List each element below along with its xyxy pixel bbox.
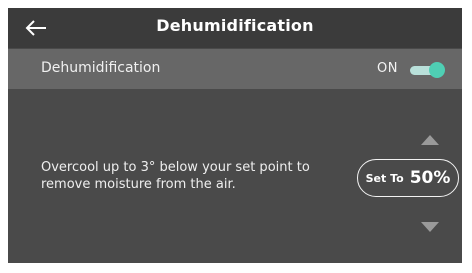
thermostat-screen: Dehumidification Dehumidification ON Ove… — [8, 8, 462, 263]
page-title: Dehumidification — [156, 16, 314, 35]
triangle-up-icon — [421, 135, 439, 145]
setpoint-prefix: Set To — [365, 171, 404, 185]
toggle-knob — [429, 62, 445, 78]
setting-description: Overcool up to 3° below your set point t… — [41, 160, 310, 192]
toggle-state-text: ON — [377, 61, 398, 76]
dehumidification-toggle[interactable] — [410, 62, 445, 78]
header-bar: Dehumidification — [8, 8, 462, 48]
setpoint-value: 50% — [409, 168, 451, 188]
decrease-button[interactable] — [420, 218, 440, 232]
increase-button[interactable] — [420, 131, 440, 145]
triangle-down-icon — [421, 222, 439, 232]
dehumidification-setting-row: Dehumidification ON — [8, 49, 462, 89]
setting-label: Dehumidification — [41, 60, 161, 76]
setpoint-control[interactable]: Set To 50% — [357, 159, 459, 197]
